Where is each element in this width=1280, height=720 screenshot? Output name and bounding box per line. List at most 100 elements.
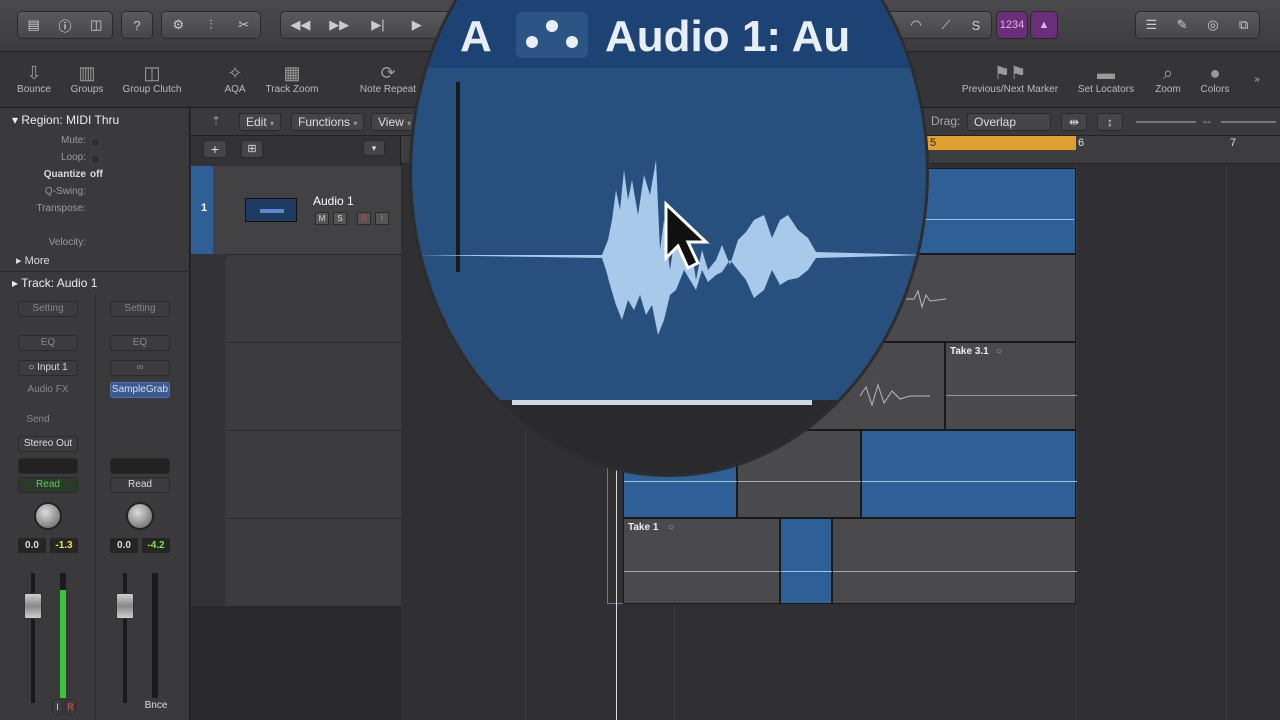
qswing-label: Q-Swing: xyxy=(44,186,86,197)
more-disclosure[interactable]: ▸ More xyxy=(0,254,190,271)
fast-forward-icon[interactable]: ▶▶ xyxy=(320,17,359,33)
loop-browser-icon[interactable]: ◎ xyxy=(1198,17,1229,33)
playhead[interactable] xyxy=(616,460,617,720)
track1-record-button[interactable]: R xyxy=(357,212,371,225)
go-to-end-icon[interactable]: ▶| xyxy=(359,17,398,33)
toolbar-overflow-icon[interactable]: » xyxy=(1250,74,1264,85)
mixer-icon[interactable]: ⫶ xyxy=(195,17,228,33)
punch-icon[interactable]: ⟋ xyxy=(931,17,961,33)
grid-line xyxy=(1226,164,1227,720)
group-clutch-button[interactable]: ◫ Group Clutch xyxy=(120,62,184,95)
strip1-peak-value: -1.3 xyxy=(50,538,78,553)
transpose-row: Transpose: xyxy=(0,203,190,220)
colors-button[interactable]: ● Colors xyxy=(1196,62,1234,95)
metronome-button[interactable]: ▲ xyxy=(1030,11,1058,39)
track1-solo-button[interactable]: S xyxy=(333,212,347,225)
view-buttons-group[interactable]: ▤ ⓘ ◫ xyxy=(17,11,113,39)
strip2-plugin-slot[interactable]: SampleGrab xyxy=(110,382,170,398)
ruler-bar-6: 6 xyxy=(1078,137,1085,149)
track1-number-cell[interactable]: 1 xyxy=(191,166,213,254)
strip1-output-button[interactable]: Stereo Out xyxy=(18,436,78,452)
rewind-icon[interactable]: ◀◀ xyxy=(281,17,320,33)
strip1-input-monitor-button[interactable]: I xyxy=(52,699,63,715)
track-options-button[interactable]: ▾ xyxy=(363,140,385,156)
take31-region[interactable]: Take 3.1 ○ xyxy=(945,342,1077,430)
add-track-button[interactable]: + xyxy=(203,140,227,158)
browser-icon[interactable]: ⧉ xyxy=(1228,17,1259,33)
mute-label: Mute: xyxy=(60,135,86,146)
vertical-zoom-icon[interactable]: ↕ xyxy=(1097,113,1123,131)
aqa-button[interactable]: ✧ AQA xyxy=(220,62,250,95)
zoom-button[interactable]: ⌕ Zoom xyxy=(1150,62,1186,95)
strip2-setting-button[interactable]: Setting xyxy=(110,301,170,317)
set-locators-button[interactable]: ▬ Set Locators xyxy=(1074,62,1138,95)
strip1-send-slot[interactable]: Send xyxy=(18,413,58,429)
snap-icon[interactable]: ⇹ xyxy=(1061,113,1087,131)
colors-label: Colors xyxy=(1200,84,1230,95)
strip2-pan-knob[interactable] xyxy=(126,502,154,530)
strip2-group-slot[interactable] xyxy=(110,458,170,474)
track1-mute-button[interactable]: M xyxy=(315,212,329,225)
note-repeat-button[interactable]: ⟳ Note Repeat xyxy=(356,62,420,95)
strip2-bounce-button[interactable]: Bnce xyxy=(140,699,172,715)
inspector-icon[interactable]: ⓘ xyxy=(49,16,80,35)
strip1-setting-button[interactable]: Setting xyxy=(18,301,78,317)
track1-name[interactable]: Audio 1 xyxy=(313,194,354,208)
strip1-automation-button[interactable]: Read xyxy=(18,477,78,493)
editors-icon[interactable]: ✂ xyxy=(227,17,260,33)
quantize-label: Quantize xyxy=(43,169,86,180)
mute-checkbox[interactable] xyxy=(91,138,100,147)
strip1-eq-button[interactable]: EQ xyxy=(18,335,78,351)
loop-checkbox[interactable] xyxy=(91,155,100,164)
take1-comp-selection[interactable] xyxy=(780,518,833,604)
take-lane-4 xyxy=(225,518,401,606)
drag-mode-menu[interactable]: Overlap xyxy=(967,113,1051,131)
groups-button[interactable]: ▥ Groups xyxy=(66,62,108,95)
note-pad-icon[interactable]: ✎ xyxy=(1167,17,1198,33)
strip1-input-button[interactable]: ○ Input 1 xyxy=(18,360,78,376)
take1-region-b[interactable] xyxy=(832,518,1077,604)
track-zoom-button[interactable]: ▦ Track Zoom xyxy=(262,62,322,95)
prev-next-marker-button[interactable]: ⚑⚑ Previous/Next Marker xyxy=(958,62,1062,95)
editors-buttons-group[interactable]: ⚙ ⫶ ✂ xyxy=(161,11,261,39)
horizontal-zoom-icon[interactable]: ↔ xyxy=(1201,113,1213,127)
edit-menu[interactable]: Edit ▾ xyxy=(239,113,282,131)
smart-controls-icon[interactable]: ⚙ xyxy=(162,17,195,33)
magnified-title: Audio 1: Au xyxy=(605,12,851,61)
magnifier-overlay: A Audio 1: Au xyxy=(412,0,926,474)
strip1-pan-knob[interactable] xyxy=(34,502,62,530)
track1-input-monitor-button[interactable]: I xyxy=(375,212,389,225)
strip2-automation-button[interactable]: Read xyxy=(110,477,170,493)
strip2-eq-button[interactable]: EQ xyxy=(110,335,170,351)
quantize-value[interactable]: off xyxy=(90,169,103,180)
region-header[interactable]: ▾ Region: MIDI Thru xyxy=(0,109,190,131)
bounce-button[interactable]: ⇩ Bounce xyxy=(14,62,54,95)
strip1-fader[interactable] xyxy=(24,593,42,619)
horizontal-zoom-slider[interactable] xyxy=(1221,121,1276,123)
take31-ring-icon: ○ xyxy=(996,346,1003,357)
track1-waveform-icon xyxy=(245,198,297,222)
groups-label: Groups xyxy=(70,84,104,95)
cycle-region[interactable] xyxy=(918,136,1076,150)
toolbar-icon[interactable]: ◫ xyxy=(81,17,112,33)
solo-icon[interactable]: S xyxy=(961,18,991,33)
vertical-zoom-slider[interactable] xyxy=(1136,121,1196,123)
track1-header[interactable]: Audio 1 M S R I xyxy=(213,166,401,254)
list-editors-icon[interactable]: ☰ xyxy=(1136,17,1167,33)
strip1-audio-fx-slot[interactable]: Audio FX xyxy=(18,383,78,399)
library-icon[interactable]: ▤ xyxy=(18,17,49,33)
strip2-fader[interactable] xyxy=(116,593,134,619)
up-arrow-icon[interactable]: ⇡ xyxy=(203,113,229,131)
track-header[interactable]: ▸ Track: Audio 1 xyxy=(0,271,190,293)
strip2-link-button[interactable]: ∞ xyxy=(110,360,170,376)
take-folder-icon[interactable] xyxy=(516,12,588,58)
strip1-group-slot[interactable] xyxy=(18,458,78,474)
take1-region-a[interactable]: Take 1 ○ xyxy=(623,518,781,604)
functions-menu[interactable]: Functions ▾ xyxy=(291,113,365,131)
quick-help-button[interactable]: ? xyxy=(121,11,153,39)
ruler-bar-5: 5 xyxy=(930,137,937,149)
set-locators-icon: ▬ xyxy=(1097,63,1115,83)
folder-button[interactable]: ⊞ xyxy=(241,140,263,158)
strip1-record-enable-button[interactable]: R xyxy=(65,699,76,715)
count-in-button[interactable]: 1234 xyxy=(996,11,1028,39)
